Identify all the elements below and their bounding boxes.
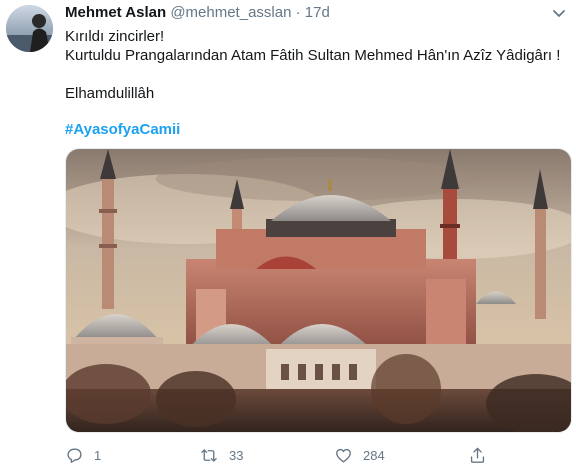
tweet-actions: 1 33 284 — [65, 444, 565, 466]
hashtag-link[interactable]: #AyasofyaCamii — [65, 120, 180, 139]
retweet-icon — [201, 448, 217, 462]
avatar[interactable] — [6, 5, 53, 52]
like-icon — [336, 448, 351, 463]
separator-dot: · — [295, 4, 301, 21]
like-button[interactable]: 284 — [334, 444, 385, 466]
reply-button[interactable]: 1 — [65, 444, 101, 466]
tweet-media-image[interactable] — [65, 148, 572, 433]
reply-count: 1 — [94, 447, 102, 463]
author-handle[interactable]: @mehmet_asslan — [170, 4, 291, 21]
tweet-text: Kırıldı zincirler! Kurtuldu Prangalarınd… — [65, 27, 570, 103]
author-name[interactable]: Mehmet Aslan — [65, 4, 166, 21]
tweet-timestamp[interactable]: 17d — [305, 4, 330, 21]
chevron-down-icon[interactable] — [550, 4, 568, 22]
tweet-header: Mehmet Aslan @mehmet_asslan · 17d — [65, 4, 330, 22]
reply-icon — [67, 447, 82, 463]
retweet-button[interactable]: 33 — [199, 444, 243, 466]
retweet-count: 33 — [229, 447, 244, 463]
like-count: 284 — [363, 447, 385, 463]
tweet-line: Kurtuldu Prangalarından Atam Fâtih Sulta… — [65, 47, 561, 64]
tweet-card[interactable]: Mehmet Aslan @mehmet_asslan · 17d Kırıld… — [0, 0, 576, 474]
tweet-line — [65, 65, 570, 84]
share-button[interactable] — [468, 444, 497, 466]
tweet-line: Elhamdulillâh — [65, 85, 155, 102]
share-icon — [470, 447, 485, 463]
tweet-line: Kırıldı zincirler! — [65, 28, 165, 45]
